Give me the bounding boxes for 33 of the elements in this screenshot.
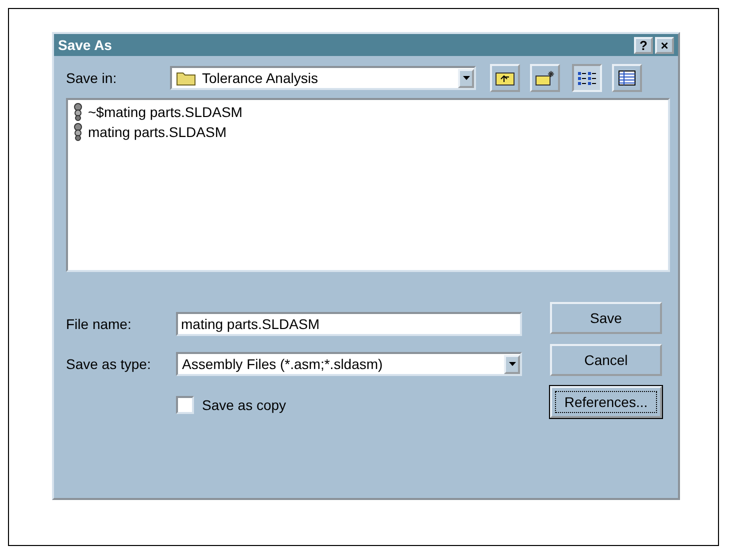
dropdown-button[interactable] bbox=[458, 68, 474, 88]
file-type-text: Assembly Files (*.asm;*.sldasm) bbox=[182, 356, 383, 372]
checkbox-label: Save as copy bbox=[202, 397, 286, 413]
field-label: Save as type: bbox=[66, 356, 152, 372]
toolbar-button[interactable] bbox=[490, 64, 520, 92]
assembly-icon bbox=[72, 103, 84, 121]
up-folder-icon bbox=[495, 70, 515, 86]
folder-icon bbox=[176, 70, 196, 86]
dialog-button[interactable]: Cancel bbox=[550, 344, 662, 376]
help-button[interactable]: ? bbox=[634, 36, 653, 54]
location-dropdown[interactable]: Tolerance Analysis bbox=[170, 66, 476, 90]
dialog-button[interactable]: References... bbox=[550, 386, 662, 418]
close-button[interactable]: × bbox=[655, 36, 674, 54]
window-title: Save As bbox=[58, 37, 112, 53]
details-view-icon bbox=[618, 70, 636, 86]
new-folder-icon bbox=[535, 70, 555, 86]
field-label: File name: bbox=[66, 316, 132, 332]
toolbar-button[interactable] bbox=[612, 64, 642, 92]
caret-icon bbox=[462, 76, 470, 80]
toolbar-button[interactable] bbox=[530, 64, 560, 92]
field-label: Save in: bbox=[66, 70, 118, 86]
file-item[interactable]: mating parts.SLDASM bbox=[88, 124, 226, 140]
file-item[interactable]: ~$mating parts.SLDASM bbox=[88, 104, 242, 120]
toolbar-button[interactable] bbox=[572, 64, 602, 92]
dialog-button[interactable]: Save bbox=[550, 302, 662, 334]
file-type-dropdown[interactable]: Assembly Files (*.asm;*.sldasm) bbox=[176, 352, 522, 376]
dropdown-button[interactable] bbox=[504, 354, 520, 374]
caret-icon bbox=[508, 362, 516, 366]
file-name-field[interactable]: mating parts.SLDASM bbox=[176, 312, 522, 336]
checkbox[interactable] bbox=[176, 396, 194, 414]
assembly-icon bbox=[72, 123, 84, 141]
location-text: Tolerance Analysis bbox=[202, 70, 318, 86]
list-view-icon bbox=[577, 70, 597, 86]
